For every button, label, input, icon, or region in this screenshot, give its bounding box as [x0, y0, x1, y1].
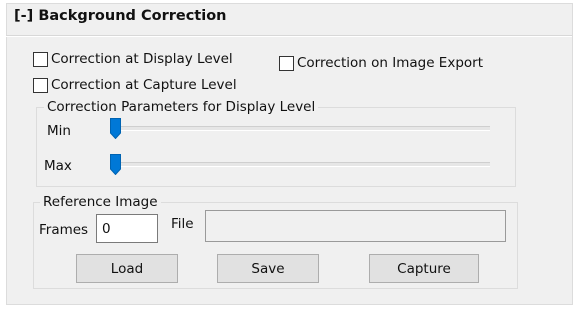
display-level-label: Correction at Display Level	[51, 51, 233, 67]
min-slider-label: Min	[47, 123, 71, 139]
capture-button[interactable]: Capture	[369, 254, 479, 283]
capture-level-checkbox-row[interactable]: Correction at Capture Level	[33, 77, 237, 93]
display-level-checkbox-row[interactable]: Correction at Display Level	[33, 51, 233, 67]
min-slider-thumb[interactable]	[110, 118, 121, 139]
load-button[interactable]: Load	[76, 254, 178, 283]
reference-image-legend: Reference Image	[40, 194, 161, 210]
min-slider-track[interactable]	[110, 126, 490, 131]
display-level-checkbox[interactable]	[33, 51, 48, 67]
capture-level-label: Correction at Capture Level	[51, 77, 237, 93]
max-slider-track[interactable]	[110, 162, 490, 167]
image-export-checkbox-row[interactable]: Correction on Image Export	[279, 55, 483, 71]
capture-level-checkbox[interactable]	[33, 77, 48, 93]
file-path-field[interactable]	[205, 210, 506, 242]
section-title[interactable]: [-] Background Correction	[14, 8, 226, 24]
max-slider-thumb[interactable]	[110, 154, 121, 175]
section-divider	[6, 35, 572, 37]
image-export-checkbox[interactable]	[279, 55, 294, 71]
max-slider-label: Max	[44, 158, 72, 174]
display-params-group	[36, 107, 516, 187]
file-label: File	[171, 216, 194, 232]
save-button[interactable]: Save	[217, 254, 319, 283]
display-params-legend: Correction Parameters for Display Level	[44, 99, 319, 115]
frames-input[interactable]: 0	[96, 214, 158, 243]
frames-label: Frames	[39, 222, 89, 238]
image-export-label: Correction on Image Export	[297, 55, 484, 71]
